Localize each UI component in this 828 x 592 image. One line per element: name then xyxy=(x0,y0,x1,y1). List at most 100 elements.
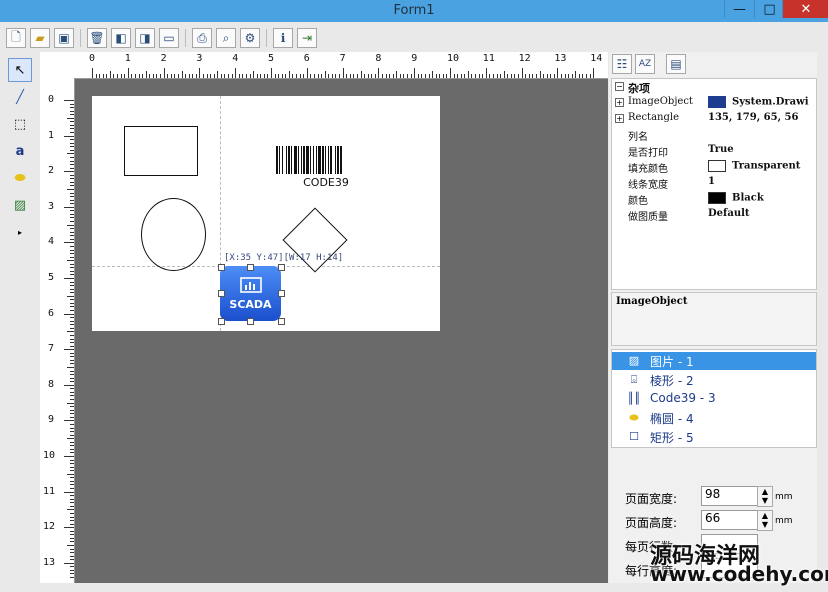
list-item[interactable]: ▨ 图片 - 1 xyxy=(612,352,816,370)
exit-icon[interactable]: ⇥ xyxy=(297,28,317,48)
ruler-number: 1 xyxy=(48,129,55,141)
zoom-icon[interactable]: ⌕ xyxy=(216,28,236,48)
ruler-tick xyxy=(70,320,74,322)
page-width-input[interactable]: 98 xyxy=(701,486,758,506)
collapse-icon[interactable]: − xyxy=(615,82,624,91)
save-icon[interactable]: ▣ xyxy=(54,28,74,48)
text-tool-icon[interactable]: a xyxy=(8,139,32,163)
property-category[interactable]: − 杂项 xyxy=(612,80,816,96)
ruler-tick xyxy=(70,577,74,579)
property-row[interactable]: 列名 xyxy=(612,128,816,144)
ruler-tick xyxy=(249,74,251,78)
image-tool-icon[interactable]: ▨ xyxy=(8,193,32,217)
ruler-tick xyxy=(64,313,74,315)
ruler-tick xyxy=(482,74,484,78)
ruler-tick xyxy=(70,231,74,233)
property-row[interactable]: 线条宽度 1 xyxy=(612,176,816,192)
maximize-button[interactable]: □ xyxy=(754,0,784,18)
ruler-tick xyxy=(589,74,591,78)
page-width-spinner[interactable]: ▲ ▼ xyxy=(757,486,773,507)
ruler-tick xyxy=(70,569,74,571)
close-button[interactable]: ✕ xyxy=(782,0,828,18)
ellipse-tool-icon[interactable]: ⬬ xyxy=(8,166,32,190)
resize-handle[interactable] xyxy=(247,264,254,271)
resize-handle[interactable] xyxy=(218,264,225,271)
ruler-tick xyxy=(70,132,74,134)
ruler-tick xyxy=(70,306,74,308)
pointer-tool-icon[interactable]: ↖ xyxy=(8,58,32,82)
ruler-tick xyxy=(188,74,190,78)
ruler-tick xyxy=(70,399,74,401)
settings-gear-icon[interactable]: ⚙ xyxy=(240,28,260,48)
rectangle-tool-icon[interactable]: ⬚ xyxy=(8,112,32,136)
print-preview-icon[interactable]: ⎙ xyxy=(192,28,212,48)
ruler-tick xyxy=(70,317,74,319)
ruler-tick xyxy=(152,74,154,78)
delete-icon[interactable]: 🗑 xyxy=(87,28,107,48)
resize-handle[interactable] xyxy=(278,318,285,325)
list-item[interactable]: ⌺ 棱形 - 2 xyxy=(612,371,816,389)
property-row[interactable]: + Rectangle 135, 179, 65, 56 xyxy=(612,112,816,128)
ruler-tick xyxy=(70,270,74,272)
ruler-tick xyxy=(138,74,140,78)
ruler-tick xyxy=(70,470,74,472)
resize-handle[interactable] xyxy=(278,264,285,271)
frame-icon[interactable]: ▭ xyxy=(159,28,179,48)
ruler-tick xyxy=(324,71,326,78)
ruler-tick xyxy=(374,74,376,78)
barcode-object[interactable] xyxy=(276,146,376,176)
ruler-tick xyxy=(70,484,74,486)
new-file-icon[interactable]: 🗋 xyxy=(6,28,26,48)
ruler-tick xyxy=(70,466,74,468)
property-row[interactable]: 颜色 Black xyxy=(612,192,816,208)
send-back-icon[interactable]: ◨ xyxy=(135,28,155,48)
scada-image-object[interactable]: SCADA xyxy=(220,266,281,321)
ruler-tick xyxy=(296,74,298,78)
property-row[interactable]: + ImageObject System.Drawi xyxy=(612,96,816,112)
open-folder-icon[interactable]: ▰ xyxy=(30,28,50,48)
ruler-tick xyxy=(127,68,129,78)
resize-handle[interactable] xyxy=(278,290,285,297)
categorized-icon[interactable]: ☷ xyxy=(612,54,632,74)
ruler-tick xyxy=(70,142,74,144)
left-toolbox: ↖ ╱ ⬚ a ⬬ ▨ ▸ xyxy=(6,55,36,247)
property-pages-icon[interactable]: ▤ xyxy=(666,54,686,74)
ruler-number: 12 xyxy=(518,53,531,64)
ruler-tick xyxy=(70,121,74,123)
property-row[interactable]: 做图质量 Default xyxy=(612,208,816,224)
bring-front-icon[interactable]: ◧ xyxy=(111,28,131,48)
ruler-tick xyxy=(360,71,362,78)
ruler-number: 2 xyxy=(160,53,167,64)
ruler-tick xyxy=(185,74,187,78)
resize-handle[interactable] xyxy=(218,290,225,297)
expand-icon[interactable]: + xyxy=(615,114,624,123)
ruler-tick xyxy=(442,74,444,78)
page-height-spinner[interactable]: ▲ ▼ xyxy=(757,510,773,531)
minimize-button[interactable]: — xyxy=(724,0,754,18)
expand-arrow-icon[interactable]: ▸ xyxy=(8,220,32,244)
ruler-tick xyxy=(70,495,74,497)
ruler-tick xyxy=(231,74,233,78)
expand-icon[interactable]: + xyxy=(615,98,624,107)
page-height-row: 页面高度: 66 ▲ ▼ mm xyxy=(625,510,793,531)
ruler-tick xyxy=(170,74,172,78)
alphabetical-sort-icon[interactable]: AZ xyxy=(635,54,655,74)
ruler-tick xyxy=(550,74,552,78)
page-height-input[interactable]: 66 xyxy=(701,510,758,530)
info-icon[interactable]: ℹ xyxy=(273,28,293,48)
ruler-tick xyxy=(64,242,74,244)
line-tool-icon[interactable]: ╱ xyxy=(8,85,32,109)
property-row[interactable]: 填充颜色 Transparent xyxy=(612,160,816,176)
resize-handle[interactable] xyxy=(218,318,225,325)
ruler-tick xyxy=(560,74,562,78)
property-row[interactable]: 是否打印 True xyxy=(612,144,816,160)
ruler-tick xyxy=(70,342,74,344)
ellipse-object[interactable] xyxy=(141,198,206,271)
ruler-tick xyxy=(124,74,126,78)
list-item[interactable]: ║║ Code39 - 3 xyxy=(612,390,816,408)
ruler-tick xyxy=(220,74,222,78)
rectangle-object[interactable] xyxy=(124,126,198,176)
list-item[interactable]: ⬬ 椭圆 - 4 xyxy=(612,409,816,427)
resize-handle[interactable] xyxy=(247,318,254,325)
list-item[interactable]: ☐ 矩形 - 5 xyxy=(612,428,816,446)
